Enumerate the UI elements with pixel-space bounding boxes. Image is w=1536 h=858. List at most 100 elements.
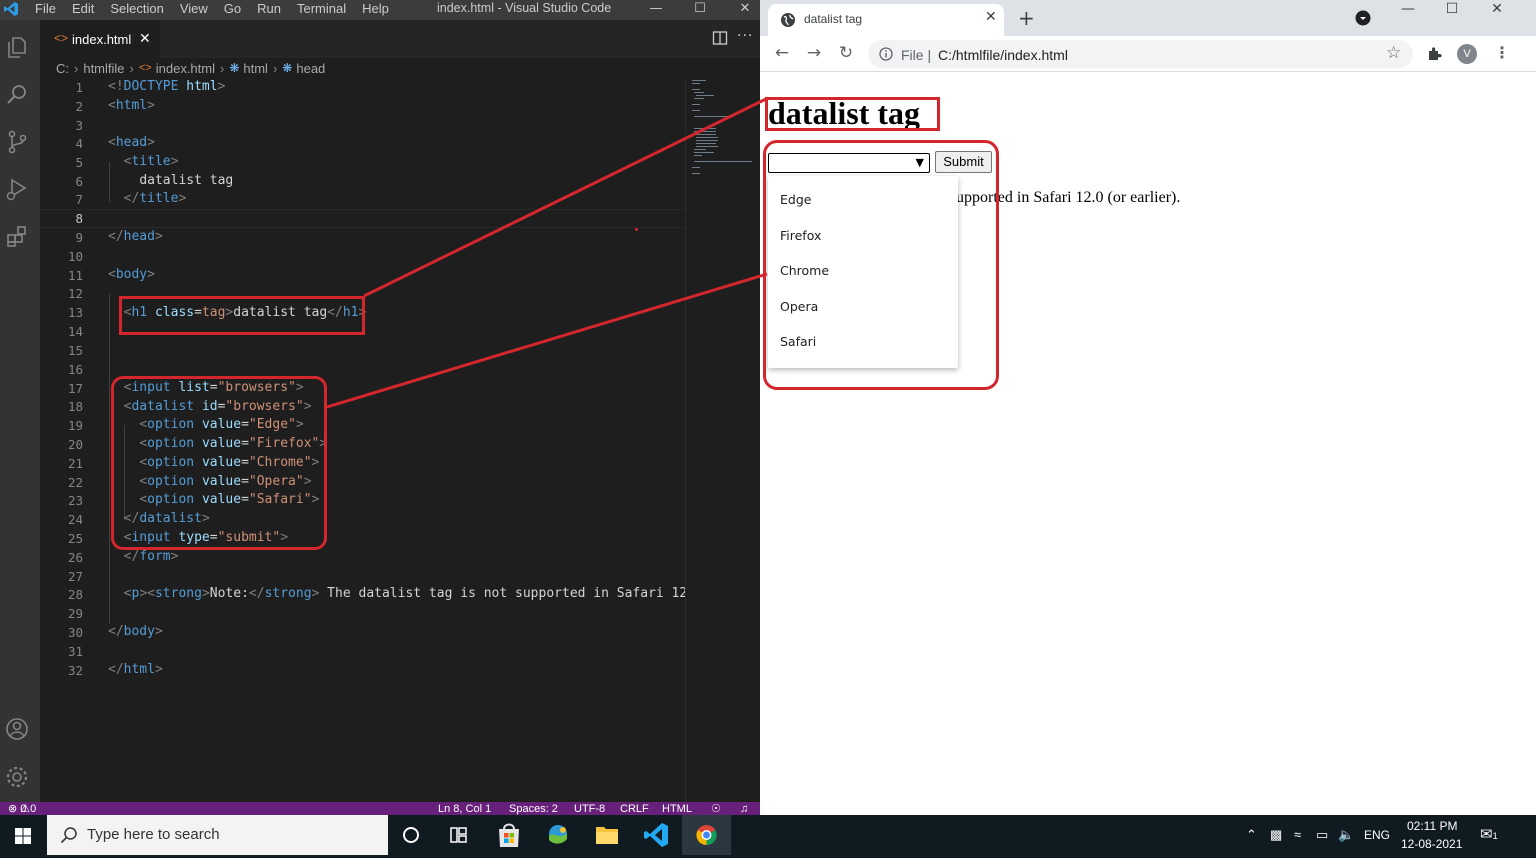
info-icon[interactable] <box>879 47 893 61</box>
menu-file[interactable]: File <box>35 1 56 16</box>
source-control-icon[interactable] <box>4 129 30 155</box>
line-number: 14 <box>67 324 83 339</box>
chrome-menu-kebab-icon[interactable]: ⋮ <box>1494 43 1510 62</box>
breadcrumb-file[interactable]: index.html <box>156 61 215 76</box>
chrome-minimize-icon[interactable]: — <box>1393 0 1423 30</box>
line-number: 6 <box>75 174 83 189</box>
chrome-close-icon[interactable]: ✕ <box>1482 0 1512 30</box>
file-explorer-icon[interactable] <box>583 815 632 855</box>
input-language[interactable]: ENG <box>1364 828 1390 842</box>
cursor-position[interactable]: Ln 8, Col 1 <box>438 802 491 815</box>
line-number: 24 <box>67 512 83 527</box>
line-number: 2 <box>75 99 83 114</box>
tab-close-icon[interactable]: ✕ <box>139 30 151 47</box>
menu-edit[interactable]: Edit <box>72 1 94 16</box>
photos-app-icon[interactable] <box>534 815 583 855</box>
minimap-line <box>694 161 752 162</box>
battery-icon[interactable]: ▭ <box>1316 827 1328 843</box>
file-label-text: File <box>901 47 924 63</box>
end-of-line[interactable]: CRLF <box>620 802 649 815</box>
language-mode[interactable]: HTML <box>662 802 692 815</box>
more-actions-icon[interactable]: ··· <box>737 28 753 44</box>
menu-selection[interactable]: Selection <box>110 1 163 16</box>
url-text[interactable]: C:/htmlfile/index.html <box>938 47 1068 63</box>
chrome-taskbar-icon[interactable] <box>682 815 731 855</box>
feedback-icon[interactable]: ☉ <box>711 802 721 815</box>
breadcrumb-head[interactable]: head <box>296 61 325 76</box>
menu-run[interactable]: Run <box>257 1 281 16</box>
task-view-icon[interactable] <box>436 815 485 855</box>
minimap-line <box>696 137 718 138</box>
chrome-tab-title: datalist tag <box>804 12 863 26</box>
extensions-icon[interactable] <box>4 224 30 250</box>
notifications-bell-icon[interactable]: ♫ <box>740 802 748 815</box>
html-file-icon: <> <box>138 62 152 74</box>
line-number: 5 <box>75 155 83 170</box>
bookmark-star-icon[interactable]: ☆ <box>1386 43 1401 63</box>
chevron-right-icon: › <box>129 60 134 76</box>
address-bar[interactable]: File | C:/htmlfile/index.html ☆ <box>868 40 1413 68</box>
minimize-icon[interactable]: — <box>645 0 667 20</box>
file-scheme-label: File | <box>901 47 932 63</box>
clock-date[interactable]: 12-08-2021 <box>1401 837 1462 851</box>
profile-avatar[interactable]: V <box>1457 44 1477 64</box>
wifi-icon[interactable]: ≈ <box>1294 827 1301 842</box>
menu-terminal[interactable]: Terminal <box>297 1 346 16</box>
back-arrow-icon[interactable]: ← <box>772 43 792 63</box>
line-number: 4 <box>75 136 83 151</box>
chrome-maximize-icon[interactable]: ☐ <box>1437 0 1467 30</box>
microsoft-store-icon[interactable] <box>485 815 534 855</box>
forward-arrow-icon[interactable]: → <box>804 43 824 63</box>
show-hidden-icons-chevron-icon[interactable]: ⌃ <box>1246 827 1257 843</box>
reload-icon[interactable]: ↻ <box>836 43 856 63</box>
extensions-puzzle-icon[interactable] <box>1427 45 1443 61</box>
windows-start-icon[interactable] <box>0 815 47 858</box>
tab-search-dropdown-icon[interactable] <box>1355 10 1371 26</box>
activity-bar <box>0 20 40 802</box>
run-debug-icon[interactable] <box>4 176 30 202</box>
breadcrumb-html[interactable]: html <box>243 61 268 76</box>
volume-icon[interactable]: 🔈 <box>1338 827 1354 843</box>
minimap-line <box>696 146 718 147</box>
settings-gear-icon[interactable] <box>4 764 30 790</box>
line-number: 27 <box>67 569 83 584</box>
encoding[interactable]: UTF-8 <box>574 802 605 815</box>
tab-index-html[interactable]: <> index.html ✕ <box>40 20 160 58</box>
line-number: 30 <box>67 625 83 640</box>
chrome-tab[interactable]: datalist tag ✕ <box>768 4 1004 36</box>
vscode-taskbar-icon[interactable] <box>632 815 681 855</box>
clock-time[interactable]: 02:11 PM <box>1407 819 1457 833</box>
minimap[interactable] <box>685 78 760 802</box>
minimap-line <box>696 95 714 96</box>
cortana-icon[interactable] <box>388 815 437 855</box>
code-line-1: <!DOCTYPE html> <box>108 79 226 94</box>
breadcrumb-folder[interactable]: htmlfile <box>83 61 124 76</box>
close-icon[interactable]: ✕ <box>734 0 756 20</box>
line-number: 29 <box>67 606 83 621</box>
search-icon[interactable] <box>4 82 30 108</box>
line-number: 25 <box>67 531 83 546</box>
indentation[interactable]: Spaces: 2 <box>509 802 558 815</box>
code-line-6: datalist tag <box>139 173 234 188</box>
menu-view[interactable]: View <box>180 1 208 16</box>
meet-now-icon[interactable]: ▩ <box>1270 827 1282 843</box>
code-line-32: </html> <box>108 662 163 677</box>
taskbar-search-box[interactable]: Type here to search <box>47 815 388 855</box>
account-icon[interactable] <box>4 716 30 742</box>
line-number: 32 <box>67 663 83 678</box>
menu-help[interactable]: Help <box>362 1 389 16</box>
action-center-icon[interactable]: ✉1 <box>1480 825 1498 843</box>
chrome-tab-close-icon[interactable]: ✕ <box>985 9 997 25</box>
line-number: 8 <box>75 211 83 226</box>
new-tab-plus-icon[interactable]: + <box>1018 6 1035 30</box>
problems-indicator[interactable]: ⊗ 0 ⚠ 0 <box>8 802 36 815</box>
split-editor-icon[interactable] <box>712 30 728 46</box>
minimap-line <box>694 131 716 132</box>
maximize-icon[interactable]: ☐ <box>689 0 711 20</box>
element-cube-icon: ❋ <box>282 61 293 75</box>
menu-go[interactable]: Go <box>224 1 241 16</box>
breadcrumb-drive[interactable]: C: <box>56 61 69 76</box>
explorer-icon[interactable] <box>4 34 30 60</box>
chrome-tab-strip: datalist tag ✕ + — ☐ ✕ <box>760 0 1536 36</box>
code-line-28: <p><strong>Note:</strong> The datalist t… <box>123 586 703 601</box>
